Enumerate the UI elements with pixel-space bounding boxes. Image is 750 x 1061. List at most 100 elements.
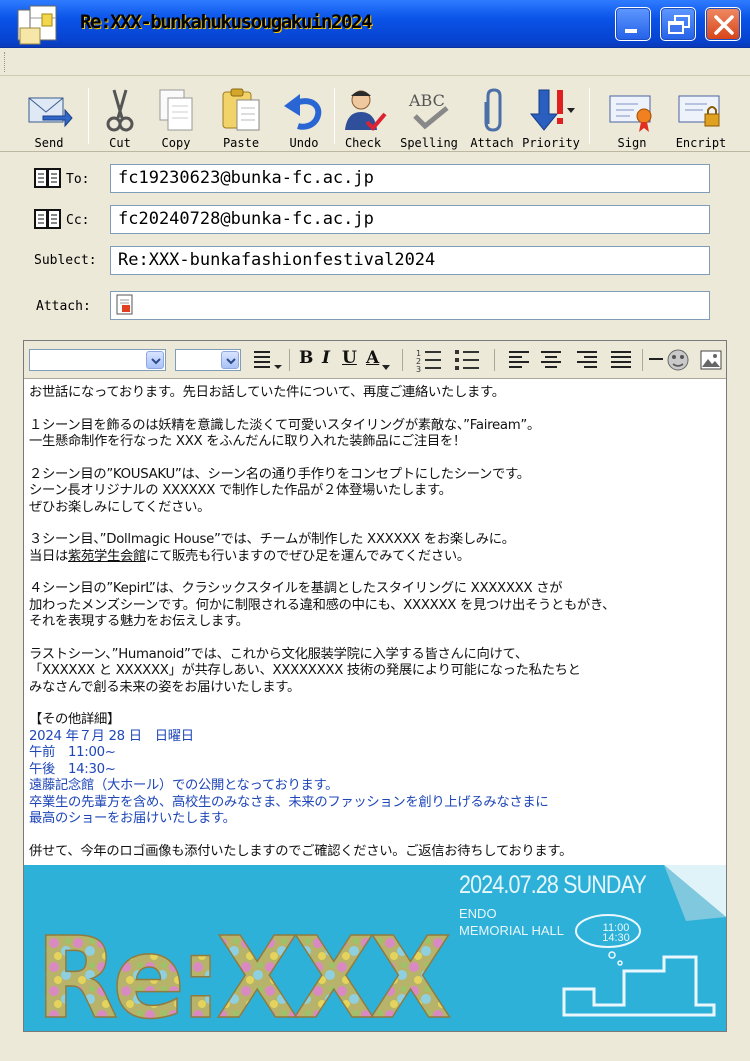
details-line: 遠藤記念館（大ホール）での公開となっております。 bbox=[29, 778, 339, 793]
message-body[interactable]: お世話になっております。先日お話していた件について、再度ご連絡いたします。 １シ… bbox=[29, 385, 719, 860]
bullet-list-icon[interactable] bbox=[454, 347, 480, 373]
send-icon bbox=[28, 97, 73, 128]
toolbar-separator bbox=[589, 88, 590, 144]
horizontal-line-icon[interactable] bbox=[648, 351, 664, 367]
banner-venue: ENDO MEMORIAL HALL bbox=[459, 905, 564, 939]
insert-picture-icon[interactable] bbox=[700, 349, 722, 371]
priority-icon bbox=[529, 89, 575, 131]
undo-icon bbox=[284, 94, 322, 130]
body-line: 一生懸命制作を行なった XXX をふんだんに取り入れた装飾品にご注目を！ bbox=[29, 434, 466, 449]
toolbar: Send Cut Copy Paste Undo Check ABC Spell… bbox=[0, 78, 750, 152]
body-line: １シーン目を飾るのは妖精を意識した淡くて可愛いスタイリングが素敵な、”Faire… bbox=[29, 417, 540, 433]
certificate-sign-icon bbox=[609, 95, 652, 132]
subject-label: Sublect: bbox=[34, 253, 97, 268]
title-bar: Re:XXX-bunkahukusougakuin2024 bbox=[0, 0, 750, 48]
body-text: にて販売も行いますのでぜひ足を運んでみてください。 bbox=[145, 548, 470, 564]
body-line: 「XXXXXX と XXXXXX」が共存しあい、XXXXXXXX 技術の発展によ… bbox=[29, 663, 581, 678]
bold-button[interactable]: B bbox=[299, 348, 313, 374]
priority-button[interactable]: Priority bbox=[519, 84, 583, 150]
details-line: 午後 14:30~ bbox=[29, 761, 116, 777]
cc-label: Cc: bbox=[66, 213, 90, 228]
paragraph-style-icon[interactable] bbox=[252, 349, 282, 373]
align-right-icon[interactable] bbox=[576, 349, 598, 371]
sign-button[interactable]: Sign bbox=[600, 84, 664, 150]
minimize-icon bbox=[625, 29, 637, 33]
venue-link[interactable]: 紫苑学生会館 bbox=[68, 549, 146, 564]
banner-times: 11:00 14:30 bbox=[590, 923, 642, 944]
scissors-icon bbox=[106, 89, 134, 132]
to-label: To: bbox=[66, 172, 90, 187]
subject-field[interactable]: Re:XXX-bunkafashionfestival2024 bbox=[110, 246, 710, 275]
close-button[interactable] bbox=[705, 7, 741, 41]
body-line: 加わったメンズシーンです。何かに制限される違和感の中にも、XXXXXX を見つけ… bbox=[29, 597, 616, 613]
body-line: それを表現する魅力をお伝えします。 bbox=[29, 614, 249, 629]
body-line: ４シーン目の”KepirL”は、クラシックスタイルを基調としたスタイリングに X… bbox=[29, 581, 563, 596]
attach-button[interactable]: Attach bbox=[460, 84, 524, 150]
numbered-list-icon[interactable]: 1 2 3 bbox=[416, 347, 442, 373]
format-separator bbox=[402, 349, 403, 371]
details-line: 2024 年７月 28 日 日曜日 bbox=[29, 728, 194, 744]
banner-date: 2024.07.28 SUNDAY bbox=[459, 871, 647, 899]
body-line: 当日は紫苑学生会館にて販売も行いますのでぜひ足を運んでみてください。 bbox=[29, 549, 719, 566]
chevron-down-icon bbox=[382, 365, 390, 370]
maximize-button[interactable] bbox=[660, 7, 696, 41]
body-line: ぜひお楽しみにしてください。 bbox=[29, 499, 211, 515]
details-line: 最高のショーをお届けいたします。 bbox=[29, 811, 236, 826]
toolbar-grip[interactable] bbox=[4, 52, 7, 72]
spelling-button[interactable]: ABC Spelling bbox=[397, 84, 461, 150]
body-line: シーン長オリジナルの XXXXXX で制作した作品が２体登場いたします。 bbox=[29, 483, 452, 498]
paste-button[interactable]: Paste bbox=[209, 84, 273, 150]
underline-button[interactable]: U bbox=[342, 348, 357, 374]
copy-icon bbox=[159, 89, 193, 131]
message-editor[interactable]: B I U A 1 2 3 お世話になっております。先日お話していた件について、… bbox=[23, 340, 727, 1032]
format-separator bbox=[494, 349, 495, 371]
check-names-button[interactable]: Check bbox=[331, 84, 395, 150]
encrypt-button[interactable]: Encript bbox=[669, 84, 733, 150]
justify-icon[interactable] bbox=[610, 349, 632, 371]
align-left-icon[interactable] bbox=[508, 349, 530, 371]
mail-window-icon bbox=[17, 5, 57, 45]
check-user-icon bbox=[345, 90, 387, 131]
spelling-icon: ABC bbox=[408, 91, 449, 130]
venue-line: ENDO bbox=[459, 906, 497, 921]
address-book-icon[interactable] bbox=[34, 167, 62, 189]
details-line: 午前 11:00~ bbox=[29, 745, 116, 760]
format-toolbar: B I U A 1 2 3 bbox=[24, 341, 726, 379]
logo-text: Re:XXX bbox=[36, 914, 450, 1031]
font-color-button[interactable]: A bbox=[366, 348, 379, 374]
details-heading: 【その他詳細】 bbox=[29, 712, 120, 727]
paste-icon bbox=[222, 88, 260, 131]
chevron-down-icon bbox=[146, 351, 164, 369]
emoticon-icon[interactable] bbox=[666, 347, 692, 373]
cc-field[interactable]: fc20240728@bunka-fc.ac.jp bbox=[110, 205, 710, 234]
venue-line: MEMORIAL HALL bbox=[459, 923, 564, 938]
attach-field[interactable] bbox=[110, 291, 710, 320]
menu-band bbox=[0, 48, 750, 76]
body-line: ３シーン目、”Dollmagic House”では、チームが制作した XXXXX… bbox=[29, 532, 515, 547]
attached-file-icon[interactable] bbox=[115, 294, 135, 316]
paperclip-icon bbox=[484, 88, 502, 132]
svg-text:3: 3 bbox=[416, 365, 421, 373]
body-line: みなさんで創る未来の姿をお届けいたします。 bbox=[29, 679, 300, 695]
logo-banner-image: Re:XXX 2024.07.28 SUNDAY ENDO MEMORIAL H… bbox=[24, 865, 726, 1031]
address-book-icon[interactable] bbox=[34, 208, 62, 230]
window-title: Re:XXX-bunkahukusougakuin2024 bbox=[80, 11, 373, 33]
cut-button[interactable]: Cut bbox=[88, 84, 152, 150]
body-line: お世話になっております。先日お話していた件について、再度ご連絡いたします。 bbox=[29, 385, 505, 400]
body-line: 併せて、今年のロゴ画像も添付いたしますのでご確認ください。ご返信お待ちしておりま… bbox=[29, 843, 573, 859]
align-center-icon[interactable] bbox=[540, 349, 562, 371]
body-line: ラストシーン、”Humanoid”では、これから文化服装学院に入学する皆さんに向… bbox=[29, 646, 528, 662]
italic-button[interactable]: I bbox=[322, 348, 330, 374]
to-field[interactable]: fc19230623@bunka-fc.ac.jp bbox=[110, 164, 710, 193]
attach-label: Attach: bbox=[36, 299, 91, 314]
send-button[interactable]: Send bbox=[17, 84, 81, 150]
copy-button[interactable]: Copy bbox=[144, 84, 208, 150]
font-family-select[interactable] bbox=[29, 349, 166, 371]
svg-text:ABC: ABC bbox=[408, 91, 445, 110]
encrypt-lock-icon bbox=[678, 95, 720, 127]
font-size-select[interactable] bbox=[175, 349, 241, 371]
chevron-down-icon bbox=[221, 351, 239, 369]
format-separator bbox=[289, 349, 290, 371]
undo-button[interactable]: Undo bbox=[272, 84, 336, 150]
minimize-button[interactable] bbox=[615, 7, 651, 41]
